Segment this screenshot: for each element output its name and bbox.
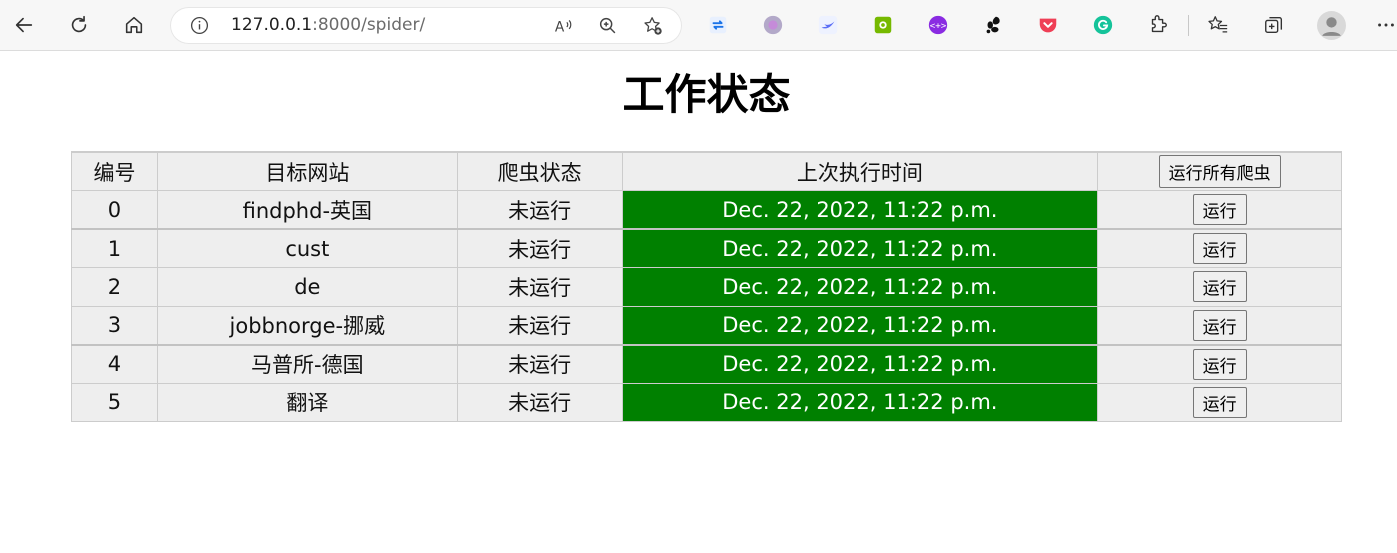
profile-avatar[interactable] [1317, 11, 1346, 40]
table-row: 1 cust 未运行 Dec. 22, 2022, 11:22 p.m. 运行 [71, 228, 1342, 268]
cell-status: 未运行 [456, 305, 623, 346]
cell-action: 运行 [1097, 382, 1342, 422]
cell-site: findphd-英国 [156, 190, 458, 230]
cell-site: cust [156, 228, 458, 268]
table-row: 3 jobbnorge-挪威 未运行 Dec. 22, 2022, 11:22 … [71, 305, 1342, 346]
more-icon[interactable] [1375, 14, 1397, 36]
pocket-extension-icon[interactable] [1037, 14, 1059, 36]
cell-action: 运行 [1097, 344, 1342, 384]
cell-id: 0 [71, 190, 158, 230]
header-target-site: 目标网站 [156, 151, 458, 191]
cell-last-run: Dec. 22, 2022, 11:22 p.m. [621, 382, 1099, 422]
purple-circle-extension-icon[interactable] [762, 14, 784, 36]
run-spider-button[interactable]: 运行 [1192, 386, 1247, 418]
address-bar[interactable]: 127.0.0.1:8000/spider/ A [170, 7, 682, 44]
cell-site: de [156, 267, 458, 307]
header-spider-status: 爬虫状态 [456, 151, 623, 191]
svg-text:A: A [555, 20, 565, 36]
cell-action: 运行 [1097, 305, 1342, 346]
cell-site: 马普所-德国 [156, 344, 458, 384]
collections-icon[interactable] [1263, 14, 1285, 36]
swift-extension-icon[interactable] [817, 14, 839, 36]
add-favorite-icon[interactable] [642, 15, 664, 37]
svg-text:<+>: <+> [930, 21, 947, 32]
read-aloud-icon[interactable]: A [553, 15, 575, 37]
table-row: 4 马普所-德国 未运行 Dec. 22, 2022, 11:22 p.m. 运… [71, 344, 1342, 384]
run-all-spiders-button[interactable]: 运行所有爬虫 [1158, 155, 1281, 188]
cell-status: 未运行 [456, 190, 623, 230]
cell-last-run: Dec. 22, 2022, 11:22 p.m. [621, 267, 1099, 307]
cell-id: 2 [71, 267, 158, 307]
cell-site: jobbnorge-挪威 [156, 305, 458, 346]
grammarly-extension-icon[interactable] [1092, 14, 1114, 36]
back-icon[interactable] [7, 8, 41, 42]
zoom-icon[interactable] [597, 15, 619, 37]
cell-action: 运行 [1097, 190, 1342, 230]
header-last-run-time: 上次执行时间 [621, 151, 1099, 191]
cell-id: 3 [71, 305, 158, 346]
url-text[interactable]: 127.0.0.1:8000/spider/ [231, 7, 425, 44]
refresh-icon[interactable] [62, 8, 96, 42]
run-spider-button[interactable]: 运行 [1192, 233, 1247, 264]
cell-id: 4 [71, 344, 158, 384]
cell-action: 运行 [1097, 228, 1342, 268]
purple-face-extension-icon[interactable]: <+> [927, 14, 949, 36]
cell-id: 1 [71, 228, 158, 268]
cell-status: 未运行 [456, 344, 623, 384]
cell-last-run: Dec. 22, 2022, 11:22 p.m. [621, 228, 1099, 268]
run-spider-button[interactable]: 运行 [1192, 271, 1247, 303]
gnome-extension-icon[interactable] [982, 14, 1004, 36]
cell-status: 未运行 [456, 228, 623, 268]
url-host: 127.0.0.1 [231, 15, 313, 35]
run-spider-button[interactable]: 运行 [1192, 309, 1247, 341]
cell-status: 未运行 [456, 382, 623, 422]
puzzle-extensions-icon[interactable] [1147, 14, 1169, 36]
run-spider-button[interactable]: 运行 [1192, 348, 1247, 380]
run-spider-button[interactable]: 运行 [1192, 194, 1247, 225]
favorites-icon[interactable] [1207, 14, 1229, 36]
info-icon[interactable] [189, 15, 210, 36]
cell-site: 翻译 [156, 382, 458, 422]
home-icon[interactable] [117, 8, 151, 42]
cell-action: 运行 [1097, 267, 1342, 307]
sync-extension-icon[interactable] [707, 14, 729, 36]
green-extension-icon[interactable] [872, 14, 894, 36]
table-row: 0 findphd-英国 未运行 Dec. 22, 2022, 11:22 p.… [71, 190, 1342, 230]
table-header-row: 编号 目标网站 爬虫状态 上次执行时间 运行所有爬虫 [71, 151, 1342, 191]
cell-status: 未运行 [456, 267, 623, 307]
header-actions: 运行所有爬虫 [1097, 151, 1342, 191]
table-row: 5 翻译 未运行 Dec. 22, 2022, 11:22 p.m. 运行 [71, 382, 1342, 422]
toolbar-separator [1188, 15, 1189, 36]
url-path: :8000/spider/ [312, 15, 426, 35]
page-title: 工作状态 [622, 70, 791, 119]
spider-status-table: 编号 目标网站 爬虫状态 上次执行时间 运行所有爬虫 0 findphd-英国 … [71, 151, 1342, 422]
table-row: 2 de 未运行 Dec. 22, 2022, 11:22 p.m. 运行 [71, 267, 1342, 307]
cell-last-run: Dec. 22, 2022, 11:22 p.m. [621, 190, 1099, 230]
cell-id: 5 [71, 382, 158, 422]
cell-last-run: Dec. 22, 2022, 11:22 p.m. [621, 344, 1099, 384]
header-id: 编号 [71, 151, 158, 191]
cell-last-run: Dec. 22, 2022, 11:22 p.m. [621, 305, 1099, 346]
browser-toolbar: 127.0.0.1:8000/spider/ A <+> [0, 0, 1397, 51]
